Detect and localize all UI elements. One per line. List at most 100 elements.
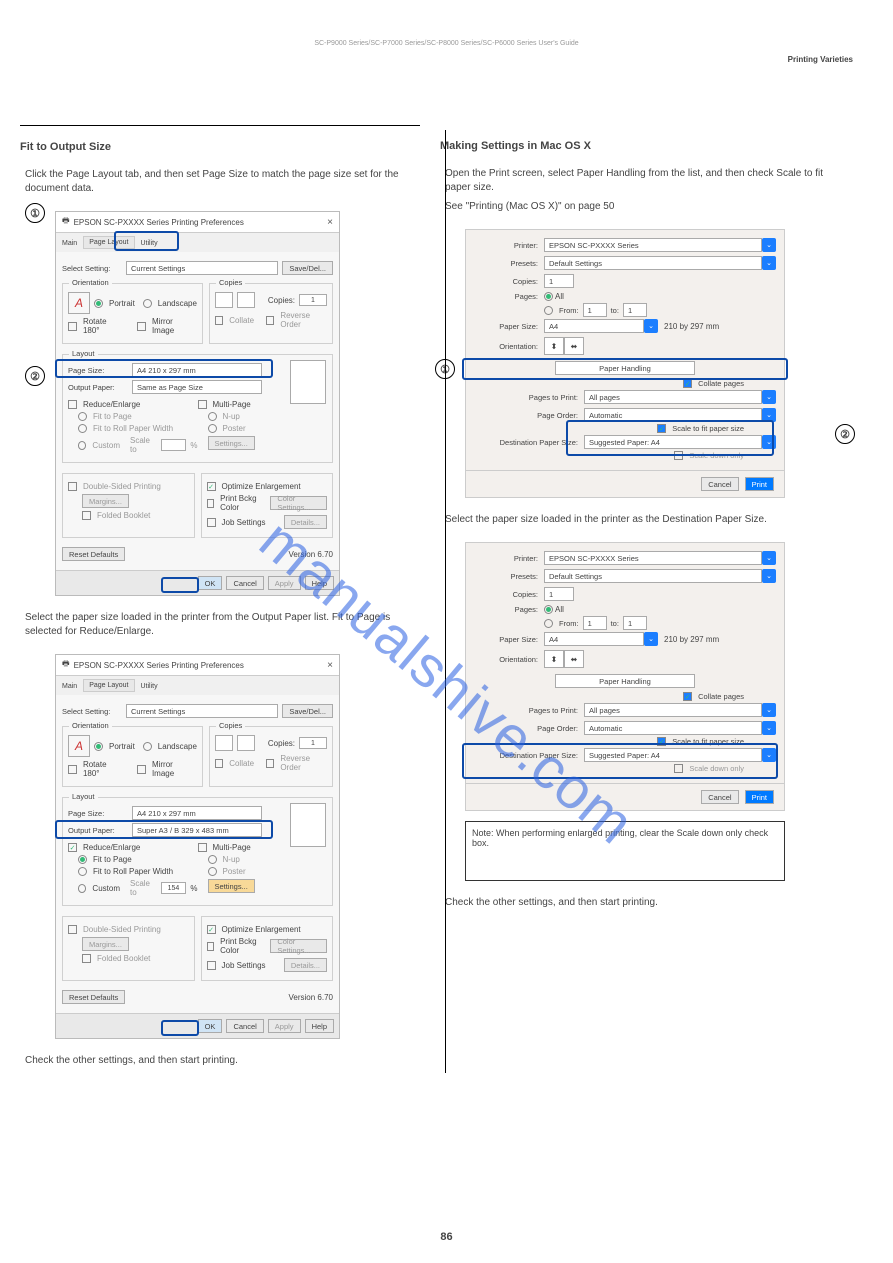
mac-copies-field[interactable]: 1 — [544, 587, 574, 601]
mirror-checkbox[interactable] — [137, 322, 146, 331]
mac-pages-all-radio[interactable] — [544, 605, 553, 614]
nup-radio — [208, 412, 217, 421]
mac-copies-field[interactable]: 1 — [544, 274, 574, 288]
landscape-radio[interactable] — [143, 742, 152, 751]
close-icon[interactable]: × — [327, 660, 333, 671]
orientation-preview-icon: A — [68, 735, 90, 757]
close-icon[interactable]: × — [327, 217, 333, 228]
ok-button[interactable]: OK — [198, 576, 223, 590]
fit-page-radio[interactable] — [78, 855, 87, 864]
chevron-updown-icon[interactable]: ⌄ — [762, 551, 776, 565]
multipage-checkbox[interactable] — [198, 843, 207, 852]
chevron-updown-icon[interactable]: ⌄ — [644, 632, 658, 646]
chevron-updown-icon[interactable]: ⌄ — [762, 721, 776, 735]
apply-button: Apply — [268, 576, 301, 590]
mac-printer-field[interactable]: EPSON SC-PXXXX Series — [544, 551, 762, 565]
mac-cancel-button[interactable]: Cancel — [701, 790, 738, 804]
mac-pages-print-field[interactable]: All pages — [584, 703, 762, 717]
mac-to-field[interactable]: 1 — [623, 616, 647, 630]
select-setting-field[interactable]: Current Settings — [126, 261, 278, 275]
mac-pages-print-field[interactable]: All pages — [584, 390, 762, 404]
reduce-enlarge-checkbox[interactable] — [68, 843, 77, 852]
mac-pages-from-radio[interactable] — [544, 306, 553, 315]
multipage-settings-button[interactable]: Settings... — [208, 879, 255, 893]
fit-roll-radio[interactable] — [78, 867, 87, 876]
bkg-checkbox[interactable] — [207, 499, 215, 508]
mac-pages-from-radio[interactable] — [544, 619, 553, 628]
landscape-label: Landscape — [158, 742, 197, 751]
chevron-updown-icon[interactable]: ⌄ — [762, 256, 776, 270]
ok-button[interactable]: OK — [198, 1019, 223, 1033]
chevron-updown-icon[interactable]: ⌄ — [762, 703, 776, 717]
orientation-landscape-button[interactable]: ⬌ — [564, 650, 584, 668]
margins-button: Margins... — [82, 494, 129, 508]
orientation-portrait-button[interactable]: ⬍ — [544, 337, 564, 355]
chevron-updown-icon[interactable]: ⌄ — [644, 319, 658, 333]
help-button[interactable]: Help — [305, 576, 334, 590]
mac-collate-checkbox[interactable] — [683, 379, 692, 388]
chevron-updown-icon[interactable]: ⌄ — [762, 569, 776, 583]
help-button[interactable]: Help — [305, 1019, 334, 1033]
mac-to-field[interactable]: 1 — [623, 303, 647, 317]
chevron-updown-icon[interactable]: ⌄ — [762, 238, 776, 252]
mac-cancel-button[interactable]: Cancel — [701, 477, 738, 491]
save-del-button[interactable]: Save/Del... — [282, 261, 333, 275]
dialog-title: EPSON SC-PXXXX Series Printing Preferenc… — [74, 218, 244, 227]
rotate-label: Rotate 180° — [83, 317, 125, 335]
page-size-field[interactable]: A4 210 x 297 mm — [132, 806, 262, 820]
mac-from-field[interactable]: 1 — [583, 303, 607, 317]
cancel-button[interactable]: Cancel — [226, 576, 263, 590]
copies-spinner[interactable]: 1 — [299, 737, 327, 749]
job-checkbox[interactable] — [207, 518, 216, 527]
copies-spinner[interactable]: 1 — [299, 294, 327, 306]
bkg-checkbox[interactable] — [207, 942, 215, 951]
scale-spinner-2: 154 — [161, 882, 187, 894]
custom-radio[interactable] — [78, 884, 86, 893]
mac-section-dropdown[interactable]: Paper Handling — [555, 674, 695, 688]
reset-defaults-button[interactable]: Reset Defaults — [62, 990, 125, 1004]
optimize-checkbox[interactable] — [207, 482, 216, 491]
multipage-checkbox[interactable] — [198, 400, 207, 409]
job-checkbox[interactable] — [207, 961, 216, 970]
output-paper-field[interactable]: Same as Page Size — [132, 380, 262, 394]
rotate-checkbox[interactable] — [68, 322, 77, 331]
tab-main[interactable]: Main — [62, 681, 77, 690]
orientation-portrait-button[interactable]: ⬍ — [544, 650, 564, 668]
mac-collate-checkbox[interactable] — [683, 692, 692, 701]
select-setting-label: Select Setting: — [62, 264, 122, 273]
mac-paper-size-field[interactable]: A4 — [544, 319, 644, 333]
select-setting-field[interactable]: Current Settings — [126, 704, 278, 718]
tab-page-layout[interactable]: Page Layout — [83, 679, 134, 692]
portrait-radio[interactable] — [94, 742, 103, 751]
mac-from-label: From: — [559, 619, 579, 628]
mirror-checkbox[interactable] — [137, 765, 146, 774]
chevron-updown-icon[interactable]: ⌄ — [762, 390, 776, 404]
mac-pages-all-radio[interactable] — [544, 292, 553, 301]
reset-defaults-button[interactable]: Reset Defaults — [62, 547, 125, 561]
callout-1-icon: ① — [25, 203, 45, 223]
reduce-enlarge-label: Reduce/Enlarge — [83, 400, 140, 409]
mac-page-order-field[interactable]: Automatic — [584, 721, 762, 735]
doublesided-label: Double-Sided Printing — [83, 925, 161, 934]
mac-from-field[interactable]: 1 — [583, 616, 607, 630]
portrait-radio[interactable] — [94, 299, 103, 308]
cancel-button[interactable]: Cancel — [226, 1019, 263, 1033]
rotate-checkbox[interactable] — [68, 765, 77, 774]
cross-ref-link[interactable]: See "Printing (Mac OS X)" on page 50 — [445, 201, 614, 212]
orientation-landscape-button[interactable]: ⬌ — [564, 337, 584, 355]
tab-utility[interactable]: Utility — [141, 681, 158, 690]
mac-print-button[interactable]: Print — [745, 477, 774, 491]
tab-main[interactable]: Main — [62, 238, 77, 247]
save-del-button[interactable]: Save/Del... — [282, 704, 333, 718]
mac-print-button[interactable]: Print — [745, 790, 774, 804]
step-1-text: Click the Page Layout tab, and then set … — [25, 168, 415, 196]
landscape-radio[interactable] — [143, 299, 152, 308]
page-size-label: Page Size: — [68, 809, 128, 818]
mac-presets-field[interactable]: Default Settings — [544, 256, 762, 270]
mac-paper-size-field[interactable]: A4 — [544, 632, 644, 646]
reduce-enlarge-checkbox[interactable] — [68, 400, 77, 409]
collate-label: Collate — [229, 759, 254, 768]
optimize-checkbox[interactable] — [207, 925, 216, 934]
mac-presets-field[interactable]: Default Settings — [544, 569, 762, 583]
mac-printer-field[interactable]: EPSON SC-PXXXX Series — [544, 238, 762, 252]
